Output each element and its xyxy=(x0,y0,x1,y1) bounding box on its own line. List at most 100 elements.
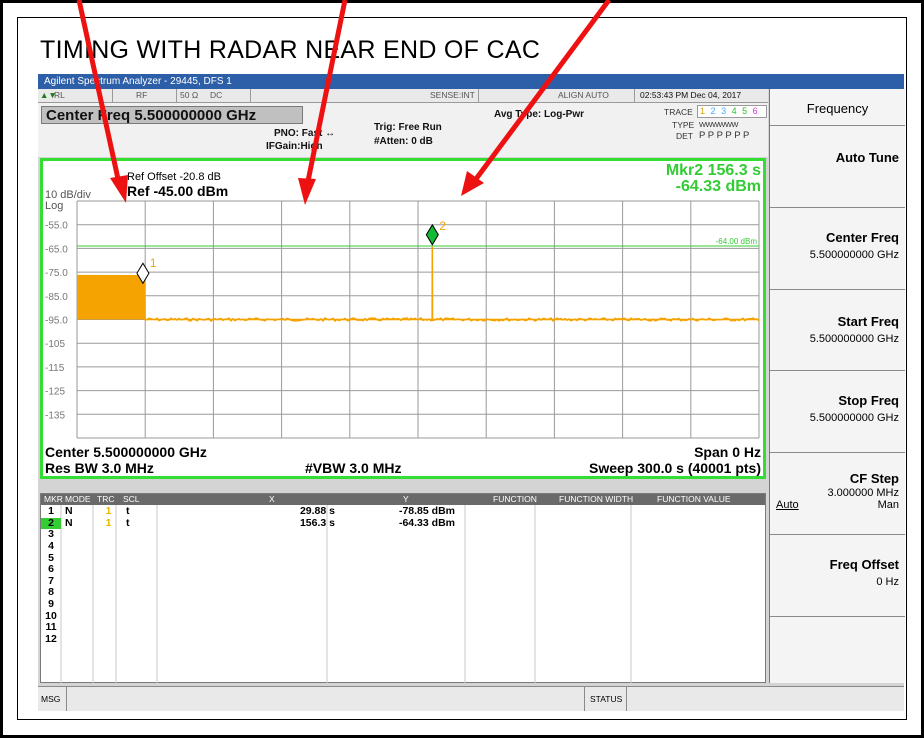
mkr-cell: 10 xyxy=(45,609,57,622)
cf-step-man[interactable]: Man xyxy=(878,499,899,511)
mkr-cell: 4 xyxy=(48,540,54,553)
timestamp: 02:53:43 PM Dec 04, 2017 xyxy=(640,90,742,100)
table-row[interactable]: 4 xyxy=(41,541,455,553)
cf-step-auto[interactable]: Auto xyxy=(776,499,799,511)
marker-readout-level: -64.33 dBm xyxy=(675,178,761,195)
atten-label: #Atten: 0 dB xyxy=(374,136,433,147)
softkey-start-freq[interactable]: Start Freq 5.500000000 GHz xyxy=(770,290,905,371)
y-tick-label: -75.0 xyxy=(45,268,68,279)
col-function-value: FUNCTION VALUE xyxy=(657,494,731,504)
y-tick-label: -55.0 xyxy=(45,221,68,232)
trace-num-3: 3 xyxy=(721,106,727,116)
stop-freq-label: Stop Freq xyxy=(838,393,899,408)
col-trc: TRC xyxy=(97,494,115,504)
message-bar: MSG STATUS xyxy=(38,686,904,711)
col-y: Y xyxy=(403,494,409,504)
mkr-cell: 11 xyxy=(45,621,57,634)
cf-step-label: CF Step xyxy=(849,471,899,486)
y-tick-label: -125 xyxy=(45,387,65,398)
trig-label: Trig: Free Run xyxy=(374,122,442,133)
y-tick-label: -95.0 xyxy=(45,316,68,327)
x-cell: 156.3 s xyxy=(299,516,335,529)
table-row[interactable]: 2 N 1 t 156.3 s -64.33 dBm xyxy=(41,518,455,530)
trace-burst-block xyxy=(77,275,145,320)
status-row: ▲▼ RL RF 50 Ω DC SENSE:INT ALIGN AUTO 02… xyxy=(38,89,768,103)
trc-cell: 1 xyxy=(105,505,112,518)
center-footer: Center 5.500000000 GHz xyxy=(45,444,207,460)
softkey-cf-step[interactable]: CF Step 3.000000 MHz Auto Man xyxy=(770,453,905,535)
mode-cell: N xyxy=(65,505,73,518)
threshold-label: -64.00 dBm xyxy=(716,237,758,246)
table-row[interactable]: 3 xyxy=(41,529,455,541)
y-cell: -64.33 dBm xyxy=(398,516,455,529)
dc-label: DC xyxy=(210,90,223,100)
trace-num-5: 5 xyxy=(742,106,748,116)
window-title: Agilent Spectrum Analyzer - 29445, DFS 1 xyxy=(38,74,904,89)
trace-num-4: 4 xyxy=(731,106,737,116)
start-freq-value: 5.500000000 GHz xyxy=(809,333,899,345)
trace-selector[interactable]: 1 2 3 4 5 6 xyxy=(697,105,767,118)
softkey-stop-freq[interactable]: Stop Freq 5.500000000 GHz xyxy=(770,371,905,453)
ifgain-label: IFGain:High xyxy=(266,141,323,152)
det-value: P P P P P P xyxy=(699,130,750,141)
mkr-cell: 8 xyxy=(48,586,54,599)
table-row[interactable]: 1 N 1 t 29.88 s -78.85 dBm xyxy=(41,506,455,518)
center-freq-label: Center Freq xyxy=(826,230,899,245)
mkr-cell-selected: 2 xyxy=(41,518,61,530)
settings-area: Center Freq 5.500000000 GHz PNO: Fast ↔ … xyxy=(38,103,768,157)
softkey-center-freq[interactable]: Center Freq 5.500000000 GHz xyxy=(770,208,905,290)
mkr-cell: 6 xyxy=(48,563,54,576)
y-tick-label: -115 xyxy=(45,363,65,374)
marker-2-diamond xyxy=(425,223,439,246)
scl-cell: t xyxy=(126,516,130,529)
y-tick-label: -105 xyxy=(45,339,65,350)
vbw-footer: #VBW 3.0 MHz xyxy=(305,460,402,476)
status-label: STATUS xyxy=(590,694,623,704)
col-mode: MODE xyxy=(65,494,91,504)
marker-table-body: 1 N 1 t 29.88 s -78.85 dBm 2 N 1 t 156.3… xyxy=(41,506,455,645)
sense-label: SENSE:INT xyxy=(430,90,475,100)
col-scl: SCL xyxy=(123,494,140,504)
y-tick-label: -85.0 xyxy=(45,292,68,303)
center-freq-value: 5.500000000 GHz xyxy=(809,249,899,261)
analyzer-screen: Agilent Spectrum Analyzer - 29445, DFS 1… xyxy=(38,74,905,711)
table-row[interactable]: 5 xyxy=(41,552,455,564)
stop-freq-value: 5.500000000 GHz xyxy=(809,412,899,424)
table-row[interactable]: 9 xyxy=(41,599,455,611)
start-freq-label: Start Freq xyxy=(837,314,899,329)
center-freq-banner[interactable]: Center Freq 5.500000000 GHz xyxy=(41,106,303,124)
auto-tune-label: Auto Tune xyxy=(835,150,899,165)
freq-offset-label: Freq Offset xyxy=(829,557,899,572)
msg-label: MSG xyxy=(41,694,61,704)
cf-step-value: 3.000000 MHz xyxy=(827,487,899,499)
trace-num-1: 1 xyxy=(700,106,706,116)
rf-label: RF xyxy=(136,90,148,100)
avg-type-label: Avg Type: Log-Pwr xyxy=(494,109,584,120)
y-cell: -78.85 dBm xyxy=(398,505,455,518)
log-label: Log xyxy=(45,200,64,212)
menu-title: Frequency xyxy=(806,101,869,116)
table-row[interactable]: 8 xyxy=(41,587,455,599)
rbw-footer: Res BW 3.0 MHz xyxy=(45,460,154,476)
impedance-label: 50 Ω xyxy=(180,90,199,100)
sweep-footer: Sweep 300.0 s (40001 pts) xyxy=(589,460,761,476)
table-row[interactable]: 6 xyxy=(41,564,455,576)
softkey-freq-offset[interactable]: Freq Offset 0 Hz xyxy=(770,535,905,617)
ref-level: Ref -45.00 dBm xyxy=(127,183,229,199)
freq-offset-value: 0 Hz xyxy=(876,576,899,588)
table-row[interactable]: 12 xyxy=(41,634,455,646)
det-label: DET xyxy=(676,131,693,141)
trace-plot[interactable]: -55.0 -65.0 -75.0 -85.0 -95.0 -105 -115 -125 -13… xyxy=(40,158,766,479)
mkr-cell: 7 xyxy=(48,574,54,587)
col-x: X xyxy=(269,494,275,504)
mkr-cell: 1 xyxy=(48,505,54,518)
softkey-menu-title: Frequency xyxy=(770,89,905,126)
table-row[interactable]: 11 xyxy=(41,622,455,634)
marker-2-label: 2 xyxy=(439,219,446,233)
softkey-auto-tune[interactable]: Auto Tune xyxy=(770,126,905,208)
mkr-cell: 12 xyxy=(45,632,57,645)
slide-caption: TIMING WITH RADAR NEAR END OF CAC xyxy=(40,36,541,64)
marker-table-header: MKR MODE TRC SCL X Y FUNCTION FUNCTION W… xyxy=(41,494,765,505)
table-row[interactable]: 7 xyxy=(41,576,455,588)
table-row[interactable]: 10 xyxy=(41,610,455,622)
